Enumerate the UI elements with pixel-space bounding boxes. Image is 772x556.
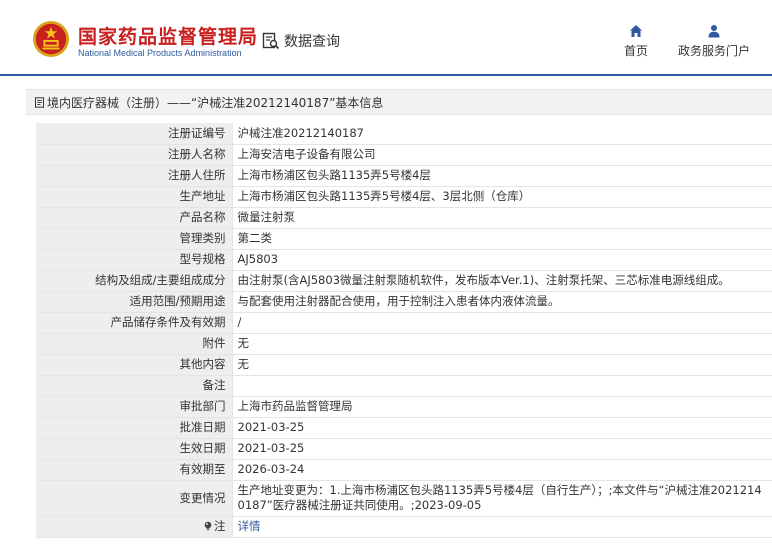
table-row: 结构及组成/主要组成成分 由注射泵(含AJ5803微量注射泵随机软件，发布版本V… <box>36 270 772 292</box>
row-label: 有效期至 <box>36 459 233 481</box>
note-label-cell: 注 <box>36 516 233 538</box>
row-value: 生产地址变更为：1.上海市杨浦区包头路1135弄5号楼4层（自行生产）；;本文件… <box>232 480 772 517</box>
row-label: 结构及组成/主要组成成分 <box>36 270 233 292</box>
table-row: 备注 <box>36 375 772 397</box>
row-label: 其他内容 <box>36 354 233 376</box>
row-label: 产品储存条件及有效期 <box>36 312 233 334</box>
registration-detail-table: 注册证编号 沪械注准20212140187 注册人名称 上海安洁电子设备有限公司… <box>36 123 772 538</box>
row-value: 沪械注准20212140187 <box>232 123 772 145</box>
row-label: 生产地址 <box>36 186 233 208</box>
row-label: 型号规格 <box>36 249 233 271</box>
row-value: 第二类 <box>232 228 772 250</box>
row-label: 生效日期 <box>36 438 233 460</box>
data-query-icon <box>262 32 280 50</box>
national-emblem-icon <box>32 20 70 58</box>
row-value: 2021-03-25 <box>232 417 772 439</box>
site-logo-subtitle: National Medical Products Administration <box>78 48 242 58</box>
table-row: 注册人名称 上海安洁电子设备有限公司 <box>36 144 772 166</box>
table-row: 批准日期 2021-03-25 <box>36 417 772 439</box>
table-row: 审批部门 上海市药品监督管理局 <box>36 396 772 418</box>
row-value: AJ5803 <box>232 249 772 271</box>
row-value: 上海市杨浦区包头路1135弄5号楼4层 <box>232 165 772 187</box>
site-header: 国家药品监督管理局 National Medical Products Admi… <box>0 0 772 76</box>
row-label: 产品名称 <box>36 207 233 229</box>
table-row: 型号规格 AJ5803 <box>36 249 772 271</box>
row-value: 上海市杨浦区包头路1135弄5号楼4层、3层北侧（仓库） <box>232 186 772 208</box>
row-value: 上海安洁电子设备有限公司 <box>232 144 772 166</box>
document-icon <box>35 96 44 108</box>
table-row: 产品储存条件及有效期 / <box>36 312 772 334</box>
table-row: 其他内容 无 <box>36 354 772 376</box>
table-row: 管理类别 第二类 <box>36 228 772 250</box>
details-link[interactable]: 详情 <box>238 519 261 533</box>
nav-home[interactable]: 首页 <box>624 24 648 59</box>
row-label: 管理类别 <box>36 228 233 250</box>
row-label: 注册人名称 <box>36 144 233 166</box>
row-label: 备注 <box>36 375 233 397</box>
nav-home-label: 首页 <box>624 44 649 58</box>
table-row: 生效日期 2021-03-25 <box>36 438 772 460</box>
note-value: 详情 <box>232 516 772 538</box>
table-row-note: 注 详情 <box>36 516 772 538</box>
row-value <box>232 375 772 397</box>
table-row: 附件 无 <box>36 333 772 355</box>
user-icon <box>708 25 720 38</box>
site-logo-title: 国家药品监督管理局 <box>78 26 259 48</box>
nav-service-portal[interactable]: 政务服务门户 <box>678 24 750 59</box>
row-label: 注册证编号 <box>36 123 233 145</box>
row-value: / <box>232 312 772 334</box>
table-row: 变更情况 生产地址变更为：1.上海市杨浦区包头路1135弄5号楼4层（自行生产）… <box>36 480 772 517</box>
table-row: 注册人住所 上海市杨浦区包头路1135弄5号楼4层 <box>36 165 772 187</box>
home-icon <box>630 25 642 37</box>
nav-service-portal-label: 政务服务门户 <box>678 44 751 58</box>
row-label: 批准日期 <box>36 417 233 439</box>
row-value: 微量注射泵 <box>232 207 772 229</box>
table-row: 适用范围/预期用途 与配套使用注射器配合使用，用于控制注入患者体内液体流量。 <box>36 291 772 313</box>
breadcrumb-text: 境内医疗器械（注册）——“沪械注准20212140187”基本信息 <box>47 95 384 110</box>
row-label: 注册人住所 <box>36 165 233 187</box>
row-value: 上海市药品监督管理局 <box>232 396 772 418</box>
table-row: 产品名称 微量注射泵 <box>36 207 772 229</box>
row-value: 由注射泵(含AJ5803微量注射泵随机软件，发布版本Ver.1)、注射泵托架、三… <box>232 270 772 292</box>
row-label: 附件 <box>36 333 233 355</box>
bulb-icon <box>204 521 212 531</box>
row-value: 无 <box>232 354 772 376</box>
table-row: 生产地址 上海市杨浦区包头路1135弄5号楼4层、3层北侧（仓库） <box>36 186 772 208</box>
table-row: 有效期至 2026-03-24 <box>36 459 772 481</box>
row-value: 2026-03-24 <box>232 459 772 481</box>
row-label: 变更情况 <box>36 480 233 517</box>
row-value: 与配套使用注射器配合使用，用于控制注入患者体内液体流量。 <box>232 291 772 313</box>
breadcrumb: 境内医疗器械（注册）——“沪械注准20212140187”基本信息 <box>26 89 772 115</box>
data-query-label: 数据查询 <box>284 34 340 50</box>
row-value: 无 <box>232 333 772 355</box>
note-label: 注 <box>214 519 226 533</box>
row-value: 2021-03-25 <box>232 438 772 460</box>
row-label: 适用范围/预期用途 <box>36 291 233 313</box>
row-label: 审批部门 <box>36 396 233 418</box>
table-row: 注册证编号 沪械注准20212140187 <box>36 123 772 145</box>
data-query-link[interactable]: 数据查询 <box>262 30 340 52</box>
